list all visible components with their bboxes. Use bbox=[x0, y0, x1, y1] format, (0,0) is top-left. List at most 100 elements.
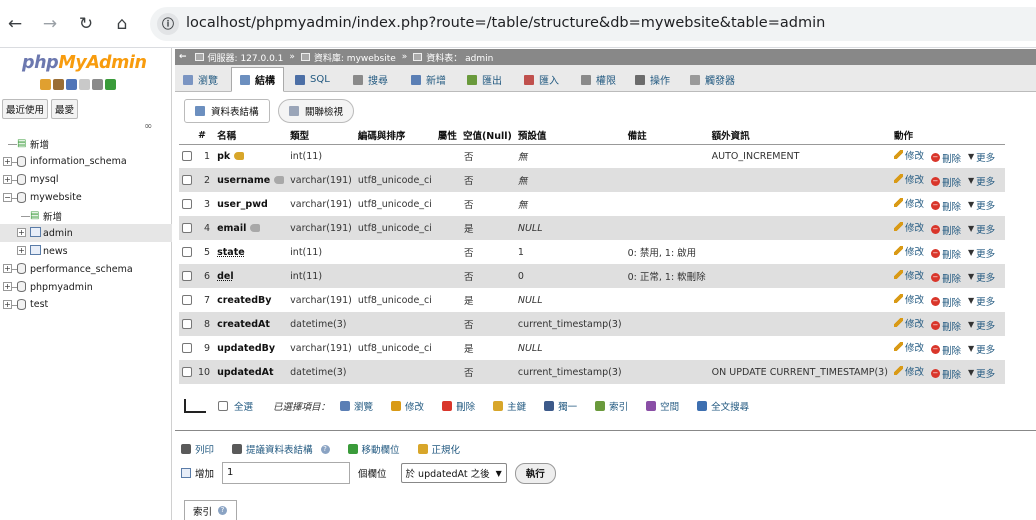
tab-export[interactable]: 匯出 bbox=[459, 67, 510, 92]
bulk-drop-button[interactable]: 刪除 bbox=[442, 399, 475, 413]
tree-item-news[interactable]: + news bbox=[0, 242, 172, 260]
home-icon[interactable]: ⌂ bbox=[110, 12, 134, 36]
edit-column-link[interactable]: 修改 bbox=[893, 196, 924, 210]
tab-structure[interactable]: 結構 bbox=[231, 67, 284, 92]
drop-column-link[interactable]: − 刪除 bbox=[930, 175, 961, 189]
propose-link[interactable]: 提議資料表結構? bbox=[232, 442, 330, 456]
recent-tables-button[interactable]: 最近使用 bbox=[2, 99, 49, 119]
edit-column-link[interactable]: 修改 bbox=[893, 364, 924, 378]
edit-column-link[interactable]: 修改 bbox=[893, 148, 924, 162]
collapse-arrow-icon[interactable]: ← bbox=[179, 52, 187, 62]
bulk-fulltext-button[interactable]: 全文搜尋 bbox=[697, 399, 749, 413]
query-window-icon[interactable] bbox=[66, 79, 77, 90]
expand-icon[interactable]: + bbox=[17, 246, 26, 256]
tab-triggers[interactable]: 觸發器 bbox=[682, 67, 743, 92]
bulk-spatial-button[interactable]: 空間 bbox=[646, 399, 679, 413]
tab-browse[interactable]: 瀏覽 bbox=[175, 67, 226, 92]
column-header[interactable]: # bbox=[195, 127, 215, 145]
row-checkbox[interactable] bbox=[182, 271, 192, 281]
tab-insert[interactable]: 新增 bbox=[403, 67, 454, 92]
more-actions-dropdown[interactable]: ▼ 更多 bbox=[968, 246, 995, 260]
tree-item-mysql[interactable]: + mysql bbox=[0, 171, 172, 189]
column-header[interactable]: 額外資訊 bbox=[708, 127, 891, 145]
column-header[interactable]: 名稱 bbox=[214, 127, 288, 145]
settings-icon[interactable] bbox=[92, 79, 103, 90]
site-info-icon[interactable]: ⓘ bbox=[157, 13, 179, 35]
expand-icon[interactable]: + bbox=[3, 156, 12, 166]
bulk-primary-key-button[interactable]: 主鍵 bbox=[493, 399, 526, 413]
more-actions-dropdown[interactable]: ▼ 更多 bbox=[968, 366, 995, 380]
row-checkbox[interactable] bbox=[182, 343, 192, 353]
more-actions-dropdown[interactable]: ▼ 更多 bbox=[968, 150, 995, 164]
tab-search[interactable]: 搜尋 bbox=[345, 67, 396, 92]
column-header[interactable]: 屬性 bbox=[434, 127, 460, 145]
reload-icon[interactable]: ↻ bbox=[74, 12, 98, 36]
tree-item-新增[interactable]: ▤ 新增 bbox=[0, 207, 172, 225]
breadcrumb-server[interactable]: 伺服器: 127.0.0.1 bbox=[208, 51, 284, 64]
go-button[interactable]: 執行 bbox=[514, 462, 556, 484]
docs-icon[interactable] bbox=[79, 79, 90, 90]
column-header[interactable]: 類型 bbox=[287, 127, 355, 145]
drop-column-link[interactable]: − 刪除 bbox=[930, 223, 961, 237]
help-icon[interactable]: ? bbox=[218, 506, 228, 515]
edit-column-link[interactable]: 修改 bbox=[893, 340, 924, 354]
tab-import[interactable]: 匯入 bbox=[516, 67, 567, 92]
edit-column-link[interactable]: 修改 bbox=[893, 172, 924, 186]
more-actions-dropdown[interactable]: ▼ 更多 bbox=[968, 198, 995, 212]
drop-column-link[interactable]: − 刪除 bbox=[930, 295, 961, 309]
tree-item-phpmyadmin[interactable]: + phpmyadmin bbox=[0, 278, 172, 296]
expand-icon[interactable]: + bbox=[17, 228, 26, 238]
help-icon[interactable]: ? bbox=[320, 444, 330, 454]
row-checkbox[interactable] bbox=[182, 151, 192, 162]
subtab-relation-view[interactable]: 關聯檢視 bbox=[278, 99, 355, 123]
drop-column-link[interactable]: − 刪除 bbox=[930, 247, 961, 261]
url-text[interactable]: localhost/phpmyadmin/index.php?route=/ta… bbox=[186, 15, 825, 31]
print-link[interactable]: 列印 bbox=[181, 442, 214, 456]
tree-item-admin[interactable]: + admin bbox=[0, 224, 172, 243]
row-checkbox[interactable] bbox=[182, 175, 192, 185]
drop-column-link[interactable]: − 刪除 bbox=[930, 319, 961, 333]
select-all-checkbox[interactable] bbox=[218, 401, 228, 411]
row-checkbox[interactable] bbox=[182, 367, 192, 377]
link-with-main-panel-icon[interactable]: ∞ bbox=[144, 121, 152, 132]
edit-column-link[interactable]: 修改 bbox=[893, 244, 924, 258]
edit-column-link[interactable]: 修改 bbox=[893, 316, 924, 330]
column-name[interactable]: del bbox=[217, 271, 234, 282]
bulk-index-button[interactable]: 索引 bbox=[595, 399, 628, 413]
row-checkbox[interactable] bbox=[182, 247, 192, 257]
favorite-tables-button[interactable]: 最愛 bbox=[51, 99, 79, 119]
column-header[interactable]: 編碼與排序 bbox=[354, 127, 435, 145]
more-actions-dropdown[interactable]: ▼ 更多 bbox=[968, 222, 995, 236]
more-actions-dropdown[interactable]: ▼ 更多 bbox=[968, 318, 995, 332]
address-bar[interactable]: ⓘ localhost/phpmyadmin/index.php?route=/… bbox=[150, 7, 1036, 41]
edit-column-link[interactable]: 修改 bbox=[893, 220, 924, 234]
expand-icon[interactable]: + bbox=[3, 174, 12, 184]
row-checkbox[interactable] bbox=[182, 319, 192, 329]
reload-navigation-icon[interactable] bbox=[105, 79, 116, 90]
tree-item-information_schema[interactable]: + information_schema bbox=[0, 153, 172, 171]
breadcrumb-table[interactable]: 資料表： admin bbox=[426, 51, 493, 64]
tab-operations[interactable]: 操作 bbox=[627, 67, 678, 92]
move-columns-link[interactable]: 移動欄位 bbox=[347, 442, 400, 456]
column-count-input[interactable]: 1 bbox=[222, 462, 351, 484]
drop-column-link[interactable]: − 刪除 bbox=[930, 343, 961, 357]
tree-item-test[interactable]: + test bbox=[0, 296, 172, 314]
normalize-link[interactable]: 正規化 bbox=[417, 442, 460, 456]
bulk-browse-button[interactable]: 瀏覽 bbox=[340, 399, 373, 413]
exit-icon[interactable] bbox=[53, 79, 64, 90]
home-icon[interactable] bbox=[40, 79, 51, 90]
column-header[interactable]: 動作 bbox=[890, 127, 1006, 145]
row-checkbox[interactable] bbox=[182, 295, 192, 305]
more-actions-dropdown[interactable]: ▼ 更多 bbox=[968, 294, 995, 308]
bulk-pencil-button[interactable]: 修改 bbox=[391, 399, 424, 413]
tab-sql[interactable]: SQL bbox=[287, 67, 338, 92]
tree-item-performance_schema[interactable]: + performance_schema bbox=[0, 260, 172, 278]
edit-column-link[interactable]: 修改 bbox=[893, 292, 924, 306]
tree-item-mywebsite[interactable]: − mywebsite bbox=[0, 189, 172, 207]
select-all-label[interactable]: 全選 bbox=[234, 399, 253, 413]
column-name[interactable]: state bbox=[217, 247, 245, 258]
more-actions-dropdown[interactable]: ▼ 更多 bbox=[968, 342, 995, 356]
drop-column-link[interactable]: − 刪除 bbox=[930, 199, 961, 213]
row-checkbox[interactable] bbox=[182, 199, 192, 209]
subtab-table-structure[interactable]: 資料表結構 bbox=[184, 99, 270, 123]
